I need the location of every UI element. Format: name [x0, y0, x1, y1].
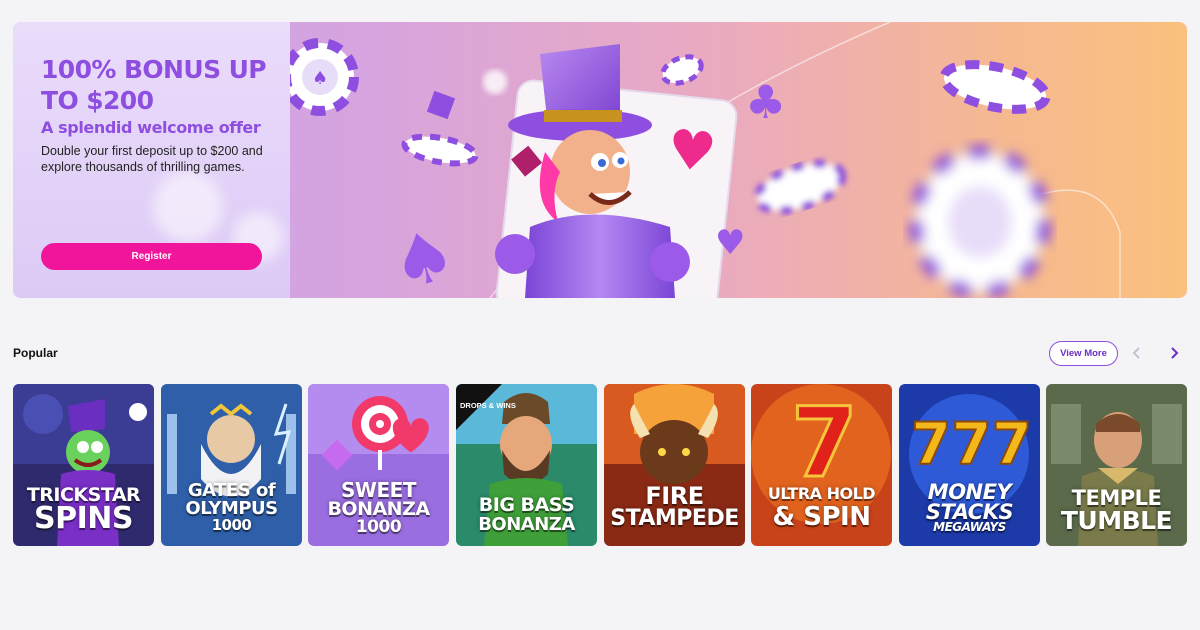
game-tile-fire-stampede[interactable]: FIRE STAMPEDE: [604, 384, 745, 546]
game-tile-temple-tumble[interactable]: TEMPLE TUMBLE: [1046, 384, 1187, 546]
svg-text:777: 777: [911, 410, 1032, 478]
game-title: BONANZA: [478, 514, 575, 535]
game-title: SWEET: [341, 478, 416, 502]
promo-banner: 100% BONUS UP TO $200 A splendid welcome…: [13, 22, 1187, 298]
game-tile-money-stacks-megaways[interactable]: 777 MONEY STACKS MEGAWAYS: [899, 384, 1040, 546]
game-title: TUMBLE: [1060, 506, 1173, 535]
game-tile-sweet-bonanza-1000[interactable]: SWEET BONANZA 1000: [308, 384, 449, 546]
game-title: STAMPEDE: [610, 506, 739, 531]
promo-description: Double your first deposit up to $200 and…: [41, 144, 263, 174]
game-tile-trickstar-spins[interactable]: TRICKSTAR SPINS: [13, 384, 154, 546]
poker-chip-icon: [939, 60, 1051, 114]
chevron-left-icon: [1132, 347, 1140, 359]
svg-text:7: 7: [791, 387, 858, 499]
poker-chip-icon: ♠: [281, 38, 359, 116]
game-tile-big-bass-bonanza[interactable]: DROPS & WINS BIG BASS BONANZA: [456, 384, 597, 546]
svg-text:♠: ♠: [382, 212, 464, 298]
game-tile-gates-of-olympus-1000[interactable]: GATES of OLYMPUS 1000: [161, 384, 302, 546]
poker-chip-icon: [753, 159, 847, 215]
badge-text: DROPS & WINS: [460, 401, 516, 410]
chevron-right-icon: [1171, 347, 1179, 359]
carousel-prev-button[interactable]: [1128, 344, 1146, 362]
game-title: FIRE: [645, 482, 704, 510]
game-title: ULTRA HOLD: [767, 484, 876, 503]
game-title: MEGAWAYS: [933, 520, 1006, 534]
game-title: SPINS: [34, 501, 133, 536]
svg-text:♥: ♥: [664, 117, 719, 185]
game-tile-ultra-hold-and-spin[interactable]: 7 ULTRA HOLD & SPIN: [751, 384, 892, 546]
diamond-icon: [426, 90, 456, 120]
game-title: 1000: [355, 517, 402, 537]
register-button[interactable]: Register: [41, 243, 262, 270]
game-title: BIG BASS: [478, 494, 575, 516]
jester-card-artwork: ♠ ♠ ♥ ♣ ♥: [281, 22, 1121, 298]
popular-games-carousel: TRICKSTAR SPINS GATES of OLYMPUS 1000 SW…: [13, 384, 1187, 546]
poker-chip-icon: [909, 145, 1051, 298]
svg-text:♣: ♣: [745, 75, 786, 129]
promo-subtitle: A splendid welcome offer: [41, 118, 261, 137]
carousel-next-button[interactable]: [1165, 344, 1183, 362]
view-more-button[interactable]: View More: [1049, 341, 1118, 366]
promo-title: 100% BONUS UP TO $200: [41, 55, 267, 115]
popular-section-title: Popular: [13, 346, 58, 360]
blurred-chip-decoration: [153, 172, 223, 242]
promo-text-panel: 100% BONUS UP TO $200 A splendid welcome…: [13, 22, 290, 298]
svg-text:♥: ♥: [715, 223, 745, 263]
game-title: 1000: [211, 516, 252, 534]
promo-illustration: ♠ ♠ ♥ ♣ ♥: [281, 22, 1187, 298]
poker-chip-icon: [660, 54, 704, 86]
game-title: & SPIN: [772, 502, 871, 532]
poker-chip-icon: [401, 133, 479, 167]
svg-text:♠: ♠: [312, 68, 328, 89]
